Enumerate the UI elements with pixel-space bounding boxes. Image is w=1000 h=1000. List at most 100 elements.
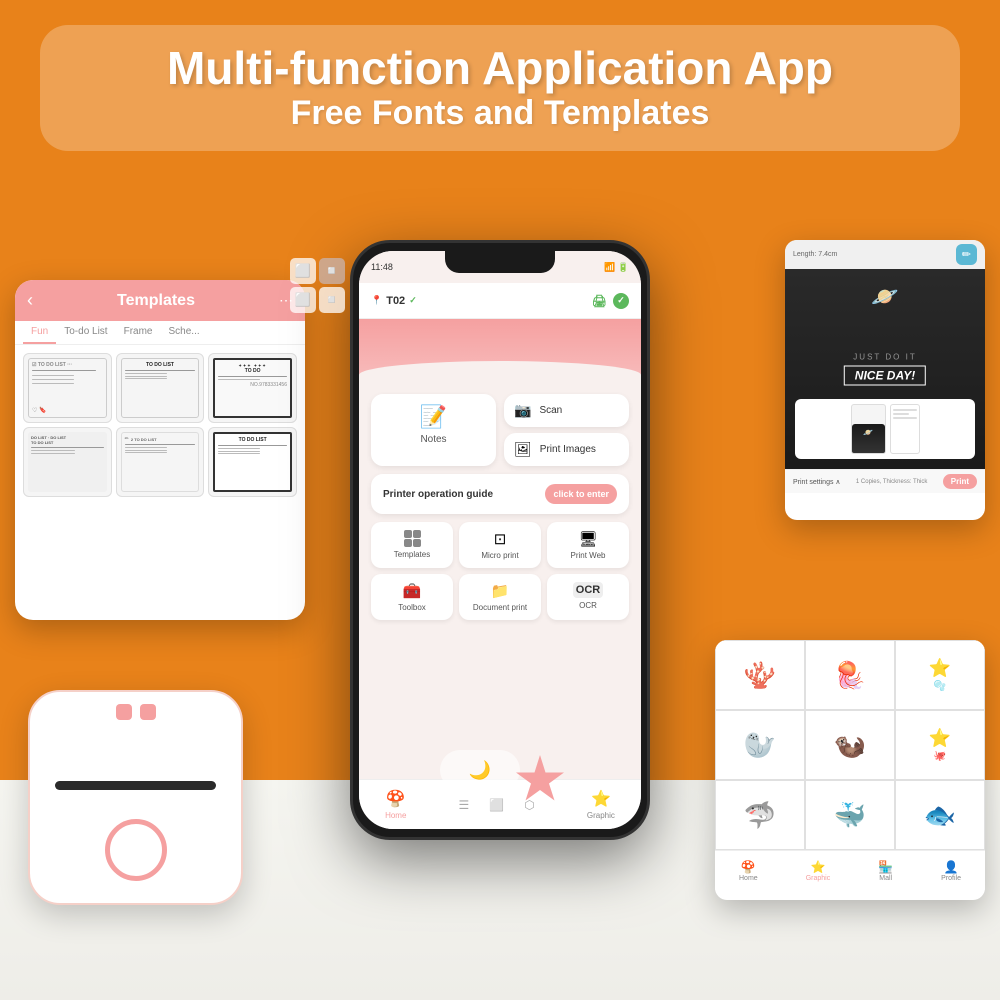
- phone-screen: 11:48 📶 🔋 📍 T02 ✓ 🖨 ✓ 📝: [359, 251, 641, 829]
- marine-mall-icon: 🏪: [878, 860, 893, 874]
- scan-print-column: 📷 Scan 🖼 Print Images: [504, 394, 629, 466]
- overlay-box-2: ◽: [319, 258, 345, 284]
- print-config-text: 1 Copies, Thickness: Thick: [856, 479, 927, 485]
- print-settings-area: Print settings ∧: [793, 478, 841, 486]
- marine-cell-9[interactable]: 🐟: [895, 780, 985, 850]
- cloud-wave: [359, 361, 641, 389]
- phone-signal: 📶 🔋: [604, 262, 629, 273]
- templates-btn[interactable]: Templates: [371, 522, 453, 568]
- print-images-card[interactable]: 🖼 Print Images: [504, 433, 629, 466]
- templates-icon: [404, 530, 421, 547]
- scan-label: Scan: [539, 405, 562, 416]
- notebook-edit-btn[interactable]: ✏: [956, 244, 977, 265]
- nav-home-label: Home: [385, 811, 406, 820]
- template-item-2[interactable]: TO DO LIST: [116, 353, 205, 423]
- phone-top-grid: 📝 Notes 📷 Scan 🖼 Print Images: [371, 394, 629, 466]
- printer-tab-left: [116, 704, 132, 720]
- phone-notch: [445, 251, 555, 273]
- ocr-btn[interactable]: OCR OCR: [547, 574, 629, 620]
- marine-home-icon: 🍄: [741, 860, 756, 874]
- tab-todo[interactable]: To-do List: [56, 321, 115, 344]
- nav-graphic[interactable]: ⭐ Graphic: [587, 789, 615, 820]
- phone-check-icon[interactable]: ✓: [613, 293, 629, 309]
- marine-cell-1[interactable]: 🪸: [715, 640, 805, 710]
- document-print-btn[interactable]: 📁 Document print: [459, 574, 541, 620]
- phone-nav-system: ☰ ⬜ ⬡: [459, 798, 535, 812]
- print-web-btn[interactable]: 🖥 Print Web: [547, 522, 629, 568]
- nav-home-sys-icon[interactable]: ⬜: [489, 798, 504, 812]
- toolbox-btn[interactable]: 🧰 Toolbox: [371, 574, 453, 620]
- phone-app-header: 📍 T02 ✓ 🖨 ✓: [359, 283, 641, 319]
- phone-main-content: 📝 Notes 📷 Scan 🖼 Print Images Printer: [359, 386, 641, 779]
- template-item-1[interactable]: ☑ TO DO LIST ··· ♡ 🔖: [23, 353, 112, 423]
- printer-device: [28, 690, 243, 905]
- app-subtitle: Free Fonts and Templates: [70, 94, 930, 133]
- phone-print-icon[interactable]: 🖨: [592, 294, 607, 308]
- marine-nav-home[interactable]: 🍄 Home: [739, 860, 758, 882]
- nice-day-area: JUST DO IT NICE DAY!: [844, 353, 926, 386]
- nav-graphic-label: Graphic: [587, 811, 615, 820]
- graphic-icon: ⭐: [591, 789, 611, 809]
- printer-top-tabs: [116, 704, 156, 720]
- marine-cell-8[interactable]: 🐳: [805, 780, 895, 850]
- templates-panel: ‹ Templates ⋯ Fun To-do List Frame Sche.…: [15, 280, 305, 620]
- marine-cell-7[interactable]: 🦈: [715, 780, 805, 850]
- print-images-icon: 🖼: [514, 441, 532, 458]
- templates-header: ‹ Templates ⋯: [15, 280, 305, 321]
- scan-icon: 📷: [514, 402, 531, 419]
- floating-bubble: 🌙: [440, 750, 520, 790]
- marine-nav-profile[interactable]: 👤 Profile: [941, 860, 961, 882]
- nav-home[interactable]: 🍄 Home: [385, 789, 406, 820]
- marine-mall-label: Mall: [879, 875, 892, 882]
- notes-card[interactable]: 📝 Notes: [371, 394, 496, 466]
- tab-fun[interactable]: Fun: [23, 321, 56, 344]
- notebook-black-bg: 🪐 JUST DO IT NICE DAY! 🪐: [785, 269, 985, 469]
- nav-menu-icon[interactable]: ☰: [459, 798, 470, 812]
- micro-print-label: Micro print: [481, 551, 518, 560]
- click-enter-btn[interactable]: click to enter: [545, 484, 617, 504]
- tab-schedule[interactable]: Sche...: [161, 321, 208, 344]
- printer-circle-btn[interactable]: [105, 819, 167, 881]
- phone-time: 11:48: [371, 262, 393, 272]
- app-title: Multi-function Application App: [70, 43, 930, 94]
- micro-print-btn[interactable]: ⊡ Micro print: [459, 522, 541, 568]
- document-print-label: Document print: [473, 603, 527, 612]
- ocr-icon: OCR: [573, 582, 603, 598]
- just-do-it-text: JUST DO IT: [844, 353, 926, 362]
- guide-text: Printer operation guide: [383, 489, 493, 500]
- marine-panel: 🪸 🪼 ⭐ 🫧 🦭 🦦 ⭐ 🐙 🦈 🐳 🐟 🍄 Home ⭐ Graphic: [715, 640, 985, 900]
- nice-day-text: NICE DAY!: [844, 366, 926, 386]
- overlay-icon-grid: ⬜ ◽ ⬜ ◽: [290, 258, 345, 313]
- printer-guide-card[interactable]: Printer operation guide click to enter: [371, 474, 629, 514]
- template-item-5[interactable]: ✏ 2 TO DO LIST: [116, 427, 205, 497]
- tab-frame[interactable]: Frame: [116, 321, 161, 344]
- marine-graphic-label: Graphic: [806, 875, 831, 882]
- marine-cell-5[interactable]: 🦦: [805, 710, 895, 780]
- marine-cell-2[interactable]: 🪼: [805, 640, 895, 710]
- marine-nav-graphic[interactable]: ⭐ Graphic: [806, 860, 831, 882]
- document-print-icon: 📁: [491, 582, 510, 600]
- marine-cell-6[interactable]: ⭐ 🐙: [895, 710, 985, 780]
- scan-card[interactable]: 📷 Scan: [504, 394, 629, 427]
- print-btn[interactable]: Print: [943, 474, 977, 489]
- notes-label: Notes: [420, 434, 446, 445]
- cloud-banner: [359, 319, 641, 389]
- template-item-3[interactable]: ✦✦✦ ✦✦✦ TO DO NO.9783331456: [208, 353, 297, 423]
- print-settings-text: Print settings ∧: [793, 478, 841, 486]
- overlay-box-1: ⬜: [290, 258, 316, 284]
- marine-grid: 🪸 🪼 ⭐ 🫧 🦭 🦦 ⭐ 🐙 🦈 🐳 🐟: [715, 640, 985, 850]
- templates-tabs: Fun To-do List Frame Sche...: [15, 321, 305, 345]
- marine-cell-3[interactable]: ⭐ 🫧: [895, 640, 985, 710]
- templates-grid: ☑ TO DO LIST ··· ♡ 🔖 TO DO LIST: [15, 345, 305, 505]
- header-banner: Multi-function Application App Free Font…: [40, 25, 960, 151]
- template-item-6[interactable]: TO DO LIST: [208, 427, 297, 497]
- template-item-4[interactable]: DO LIST · DO LIST TO DO LIST: [23, 427, 112, 497]
- marine-graphic-icon: ⭐: [810, 860, 825, 874]
- print-images-label: Print Images: [540, 444, 596, 455]
- templates-title: Templates: [33, 292, 279, 310]
- marine-nav-mall[interactable]: 🏪 Mall: [878, 860, 893, 882]
- notebook-header: Length: 7.4cm ✏: [785, 240, 985, 269]
- phone-project-name: 📍 T02 ✓: [371, 295, 417, 307]
- print-web-label: Print Web: [571, 551, 606, 560]
- marine-cell-4[interactable]: 🦭: [715, 710, 805, 780]
